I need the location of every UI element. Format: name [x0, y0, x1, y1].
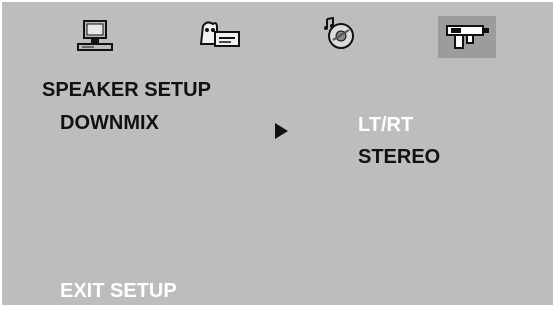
- exit-setup-button[interactable]: EXIT SETUP: [60, 280, 177, 302]
- downmix-item[interactable]: DOWNMIX: [60, 112, 159, 134]
- general-setup-icon[interactable]: [72, 16, 120, 56]
- section-title: SPEAKER SETUP: [42, 79, 211, 101]
- option-stereo[interactable]: STEREO: [358, 146, 440, 168]
- speaker-setup-icon[interactable]: [192, 16, 244, 56]
- setup-menu-screen: SPEAKER SETUP DOWNMIX LT/RT STEREO EXIT …: [2, 2, 553, 305]
- preferences-icon[interactable]: [438, 16, 496, 58]
- option-lt-rt[interactable]: LT/RT: [358, 114, 413, 136]
- audio-setup-icon[interactable]: [322, 14, 358, 54]
- submenu-arrow-icon: [275, 123, 288, 139]
